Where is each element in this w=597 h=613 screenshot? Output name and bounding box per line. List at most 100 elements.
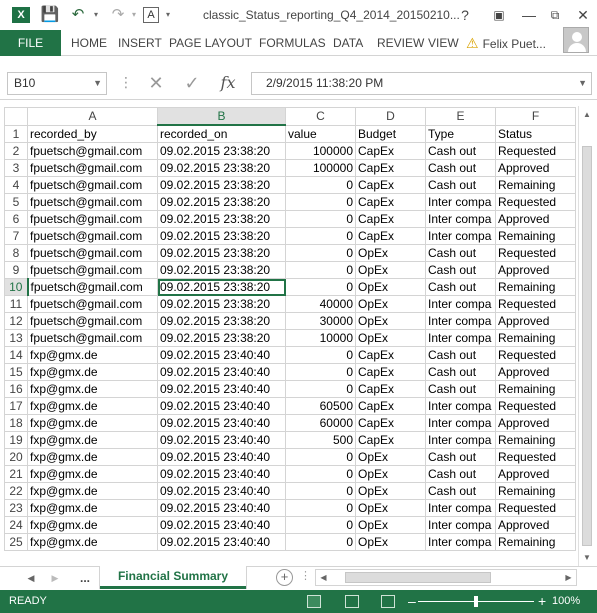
column-header-b[interactable]: B bbox=[157, 107, 286, 126]
normal-view-icon[interactable] bbox=[307, 595, 321, 608]
cell-e2[interactable]: Cash out bbox=[425, 142, 496, 160]
cell-e5[interactable]: Inter compa bbox=[425, 193, 496, 211]
scroll-right-icon[interactable]: ▶ bbox=[561, 570, 576, 585]
cell-b2[interactable]: 09.02.2015 23:38:20 bbox=[157, 142, 286, 160]
chevron-down-icon[interactable]: ▼ bbox=[93, 73, 102, 94]
cell-d19[interactable]: CapEx bbox=[355, 431, 426, 449]
cell-f2[interactable]: Requested bbox=[495, 142, 576, 160]
cell-d3[interactable]: CapEx bbox=[355, 159, 426, 177]
cell-a16[interactable]: fxp@gmx.de bbox=[27, 380, 158, 398]
cell-d9[interactable]: OpEx bbox=[355, 261, 426, 279]
tab-data[interactable]: DATA bbox=[333, 30, 363, 56]
cell-c7[interactable]: 0 bbox=[285, 227, 356, 245]
cell-f21[interactable]: Approved bbox=[495, 465, 576, 483]
cell-d11[interactable]: OpEx bbox=[355, 295, 426, 313]
row-header[interactable]: 7 bbox=[4, 227, 28, 245]
cell-f17[interactable]: Requested bbox=[495, 397, 576, 415]
row-header[interactable]: 14 bbox=[4, 346, 28, 364]
cell-e12[interactable]: Inter compa bbox=[425, 312, 496, 330]
cell-e23[interactable]: Inter compa bbox=[425, 499, 496, 517]
name-box[interactable]: B10 ▼ bbox=[7, 72, 107, 95]
cell-b7[interactable]: 09.02.2015 23:38:20 bbox=[157, 227, 286, 245]
cell-f13[interactable]: Remaining bbox=[495, 329, 576, 347]
column-header-d[interactable]: D bbox=[355, 107, 426, 126]
cell-f3[interactable]: Approved bbox=[495, 159, 576, 177]
cell-c5[interactable]: 0 bbox=[285, 193, 356, 211]
cell-b8[interactable]: 09.02.2015 23:38:20 bbox=[157, 244, 286, 262]
cell-e22[interactable]: Cash out bbox=[425, 482, 496, 500]
cell-d24[interactable]: OpEx bbox=[355, 516, 426, 534]
scroll-down-icon[interactable]: ▼ bbox=[579, 549, 595, 566]
row-header[interactable]: 9 bbox=[4, 261, 28, 279]
cell-c20[interactable]: 0 bbox=[285, 448, 356, 466]
scroll-up-icon[interactable]: ▲ bbox=[579, 106, 595, 123]
cell-d17[interactable]: CapEx bbox=[355, 397, 426, 415]
cell-d16[interactable]: CapEx bbox=[355, 380, 426, 398]
cell-a17[interactable]: fxp@gmx.de bbox=[27, 397, 158, 415]
cell-e15[interactable]: Cash out bbox=[425, 363, 496, 381]
cancel-icon[interactable]: ✕ bbox=[145, 70, 167, 96]
cell-c23[interactable]: 0 bbox=[285, 499, 356, 517]
cell-e13[interactable]: Inter compa bbox=[425, 329, 496, 347]
scroll-left-icon[interactable]: ◀ bbox=[316, 570, 331, 585]
cell-e20[interactable]: Cash out bbox=[425, 448, 496, 466]
tab-formulas[interactable]: FORMULAS bbox=[259, 30, 326, 56]
insert-function-icon[interactable]: fx bbox=[217, 70, 239, 96]
row-header[interactable]: 12 bbox=[4, 312, 28, 330]
cell-b23[interactable]: 09.02.2015 23:40:40 bbox=[157, 499, 286, 517]
cell-f9[interactable]: Approved bbox=[495, 261, 576, 279]
zoom-slider-thumb[interactable] bbox=[474, 596, 478, 607]
zoom-out-icon[interactable]: – bbox=[408, 590, 416, 613]
cell-f8[interactable]: Requested bbox=[495, 244, 576, 262]
cell-c3[interactable]: 100000 bbox=[285, 159, 356, 177]
cell-c11[interactable]: 40000 bbox=[285, 295, 356, 313]
row-header[interactable]: 3 bbox=[4, 159, 28, 177]
cell-a3[interactable]: fpuetsch@gmail.com bbox=[27, 159, 158, 177]
minimize-button[interactable]: — bbox=[516, 0, 542, 30]
cell-d18[interactable]: CapEx bbox=[355, 414, 426, 432]
cell-b9[interactable]: 09.02.2015 23:38:20 bbox=[157, 261, 286, 279]
cell-c21[interactable]: 0 bbox=[285, 465, 356, 483]
cell-b1[interactable]: recorded_on bbox=[157, 124, 286, 143]
cell-c12[interactable]: 30000 bbox=[285, 312, 356, 330]
account-menu[interactable]: ⚠ Felix Puet... bbox=[466, 30, 546, 56]
tab-page-layout[interactable]: PAGE LAYOUT bbox=[169, 30, 252, 56]
cell-f10[interactable]: Remaining bbox=[495, 278, 576, 296]
cell-b5[interactable]: 09.02.2015 23:38:20 bbox=[157, 193, 286, 211]
row-header[interactable]: 5 bbox=[4, 193, 28, 211]
cell-d23[interactable]: OpEx bbox=[355, 499, 426, 517]
worksheet-grid[interactable]: ABCDEF 1 recorded_by recorded_on value Budge… bbox=[0, 106, 597, 566]
cell-d15[interactable]: CapEx bbox=[355, 363, 426, 381]
cell-a25[interactable]: fxp@gmx.de bbox=[27, 533, 158, 551]
cell-a8[interactable]: fpuetsch@gmail.com bbox=[27, 244, 158, 262]
cell-f24[interactable]: Approved bbox=[495, 516, 576, 534]
row-header[interactable]: 4 bbox=[4, 176, 28, 194]
cell-c22[interactable]: 0 bbox=[285, 482, 356, 500]
cell-c10[interactable]: 0 bbox=[285, 278, 356, 296]
row-header[interactable]: 8 bbox=[4, 244, 28, 262]
cell-e10[interactable]: Cash out bbox=[425, 278, 496, 296]
cell-b14[interactable]: 09.02.2015 23:40:40 bbox=[157, 346, 286, 364]
cell-a15[interactable]: fxp@gmx.de bbox=[27, 363, 158, 381]
row-header[interactable]: 21 bbox=[4, 465, 28, 483]
formula-bar-resize-handle[interactable]: ⋮ bbox=[119, 72, 133, 93]
cell-d12[interactable]: OpEx bbox=[355, 312, 426, 330]
cell-a19[interactable]: fxp@gmx.de bbox=[27, 431, 158, 449]
row-header[interactable]: 2 bbox=[4, 142, 28, 160]
redo-icon[interactable]: ↷ bbox=[108, 4, 128, 26]
tab-file[interactable]: FILE bbox=[0, 30, 61, 56]
add-sheet-icon[interactable]: + bbox=[276, 569, 293, 586]
cell-f16[interactable]: Remaining bbox=[495, 380, 576, 398]
row-header[interactable]: 20 bbox=[4, 448, 28, 466]
cell-b10[interactable]: 09.02.2015 23:38:20 bbox=[157, 278, 286, 296]
tab-view[interactable]: VIEW bbox=[428, 30, 459, 56]
cell-d13[interactable]: OpEx bbox=[355, 329, 426, 347]
undo-icon[interactable]: ↶ bbox=[68, 4, 88, 26]
cell-c19[interactable]: 500 bbox=[285, 431, 356, 449]
cell-c8[interactable]: 0 bbox=[285, 244, 356, 262]
cell-a12[interactable]: fpuetsch@gmail.com bbox=[27, 312, 158, 330]
cell-d8[interactable]: OpEx bbox=[355, 244, 426, 262]
cell-b16[interactable]: 09.02.2015 23:40:40 bbox=[157, 380, 286, 398]
cell-a23[interactable]: fxp@gmx.de bbox=[27, 499, 158, 517]
cell-a5[interactable]: fpuetsch@gmail.com bbox=[27, 193, 158, 211]
